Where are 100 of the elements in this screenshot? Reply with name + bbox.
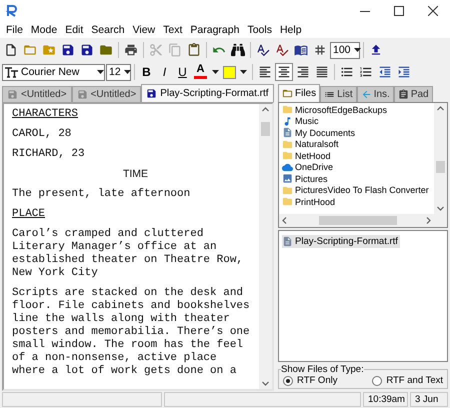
folder-icon <box>282 88 293 99</box>
vertical-scrollbar[interactable] <box>434 103 447 214</box>
folder-tree-item[interactable]: OneDrive <box>282 162 434 173</box>
scene-label: TIME <box>122 168 148 181</box>
chevron-left-icon <box>282 217 287 224</box>
binoculars-icon <box>231 43 245 57</box>
font-icon <box>5 66 18 78</box>
folder-icon <box>282 104 293 116</box>
new-file-icon <box>4 43 18 57</box>
chevron-up-icon <box>262 107 269 112</box>
zoom-dropdown[interactable]: 100 <box>330 42 360 58</box>
save-icon <box>61 43 75 57</box>
document-entry[interactable]: Play-Scripting-Format.rtf <box>282 235 400 248</box>
print-icon <box>124 43 138 57</box>
font-dropdown[interactable]: Courier New <box>2 64 105 80</box>
section-heading: PLACE <box>12 208 46 221</box>
font-size-dropdown[interactable]: 12 <box>106 64 131 80</box>
folder-tree-item[interactable]: PrintHood <box>282 196 434 208</box>
chevron-right-icon <box>426 217 431 224</box>
horizontal-scrollbar[interactable] <box>279 214 434 227</box>
radio-option[interactable]: RTF Only <box>283 375 338 386</box>
justify-icon <box>315 65 329 79</box>
folder-tree-item[interactable]: My Documents <box>282 127 434 138</box>
folder-icon <box>282 184 293 196</box>
menu-item[interactable]: Search <box>87 24 129 36</box>
folder-tree-item[interactable]: Naturalsoft <box>282 138 434 150</box>
numbered-list-icon <box>359 65 373 79</box>
arrow-left-icon <box>360 89 372 100</box>
script-paragraph: Scripts are stacked on the desk and floor. File cabinets and bookshelves line the walls along with theater posters and memorabilia. There’s one small window. The room has the feel of a non-nonsense, active place where a lot of work gets done on a <box>12 287 250 378</box>
caret-icon <box>354 48 361 52</box>
folder-icon <box>282 196 293 208</box>
music-note-icon <box>282 116 293 127</box>
script-paragraph: The present, late afternoon <box>12 188 190 201</box>
menu-item[interactable]: Paragraph <box>186 24 244 36</box>
panel-tab[interactable]: Pad <box>394 86 433 102</box>
bold-button[interactable]: B <box>138 63 155 81</box>
menu-item[interactable]: Mode <box>26 24 62 36</box>
scroll-thumb[interactable] <box>261 122 270 136</box>
underline-button[interactable]: U <box>174 63 191 81</box>
panel-tab[interactable]: List <box>320 86 357 102</box>
align-center-icon <box>277 65 291 79</box>
align-center-button[interactable] <box>275 63 293 81</box>
align-right-icon <box>296 65 310 79</box>
outdent-icon <box>378 65 392 79</box>
menu-item[interactable]: Help <box>276 24 306 36</box>
copy-icon <box>168 43 182 57</box>
radio-option[interactable]: RTF and Text <box>372 375 443 386</box>
menu-item[interactable]: Tools <box>243 24 276 36</box>
paste-icon <box>187 43 201 57</box>
folder-tree-item[interactable]: Pictures <box>282 173 434 184</box>
dropdown-caret-icon <box>240 70 247 74</box>
menu-item[interactable]: File <box>2 24 27 36</box>
section-heading: CHARACTERS <box>12 108 78 121</box>
document-tab[interactable]: Play-Scripting-Format.rtf <box>141 84 274 102</box>
panel-tab[interactable]: Ins. <box>356 86 394 102</box>
chevron-down-icon <box>262 381 269 386</box>
cut-icon <box>149 43 163 57</box>
spellcheck-icon <box>275 43 289 57</box>
notepad-icon <box>398 89 409 100</box>
menu-item[interactable]: View <box>128 24 160 36</box>
caret-icon <box>124 70 131 74</box>
cloud-icon <box>282 162 293 173</box>
close-icon <box>428 6 438 16</box>
highlight-color-swatch[interactable] <box>223 66 236 78</box>
app-logo-icon <box>5 4 19 18</box>
spellcheck-icon <box>256 43 270 57</box>
binoculars-button[interactable] <box>229 41 247 59</box>
folder-icon <box>99 43 113 57</box>
script-paragraph: RICHARD, 23 <box>12 148 85 161</box>
scroll-thumb[interactable] <box>319 216 397 225</box>
script-paragraph: Carol’s cramped and cluttered Literary Manager’s office at an established theater on Theatre Row, New York City <box>12 228 244 280</box>
vertical-scrollbar[interactable] <box>259 104 272 389</box>
document-tab[interactable]: <Untitled> <box>72 86 142 102</box>
list-icon <box>324 89 336 100</box>
chevron-down-icon <box>437 206 444 211</box>
menu-item[interactable]: Edit <box>61 24 88 36</box>
document-icon <box>282 236 293 247</box>
scroll-thumb[interactable] <box>436 161 445 173</box>
menu-item[interactable]: Text <box>159 24 186 36</box>
panel-tab[interactable]: Files <box>278 84 320 102</box>
open-folder-icon <box>23 43 37 57</box>
document-tab[interactable]: <Untitled> <box>2 86 72 102</box>
document-icon <box>282 127 293 138</box>
star-folder-icon <box>42 43 56 57</box>
upload-icon <box>369 43 383 57</box>
folder-tree-item[interactable]: PicturesVideo To Flash Converter <box>282 184 434 196</box>
save-icon <box>146 88 158 99</box>
folder-tree-item[interactable]: MicrosoftEdgeBackups <box>282 104 434 116</box>
italic-button[interactable]: I <box>156 63 173 81</box>
save-icon <box>76 89 88 100</box>
maximize-icon <box>394 6 404 16</box>
caret-icon <box>97 70 104 74</box>
indent-icon <box>397 65 411 79</box>
save-icon <box>7 89 18 100</box>
picture-icon <box>282 173 293 184</box>
bullet-list-icon <box>340 65 354 79</box>
folder-tree-item[interactable]: Music <box>282 116 434 127</box>
book-icon <box>294 43 308 57</box>
folder-tree-item[interactable]: NetHood <box>282 150 434 162</box>
font-color-button[interactable]: A <box>192 63 209 81</box>
